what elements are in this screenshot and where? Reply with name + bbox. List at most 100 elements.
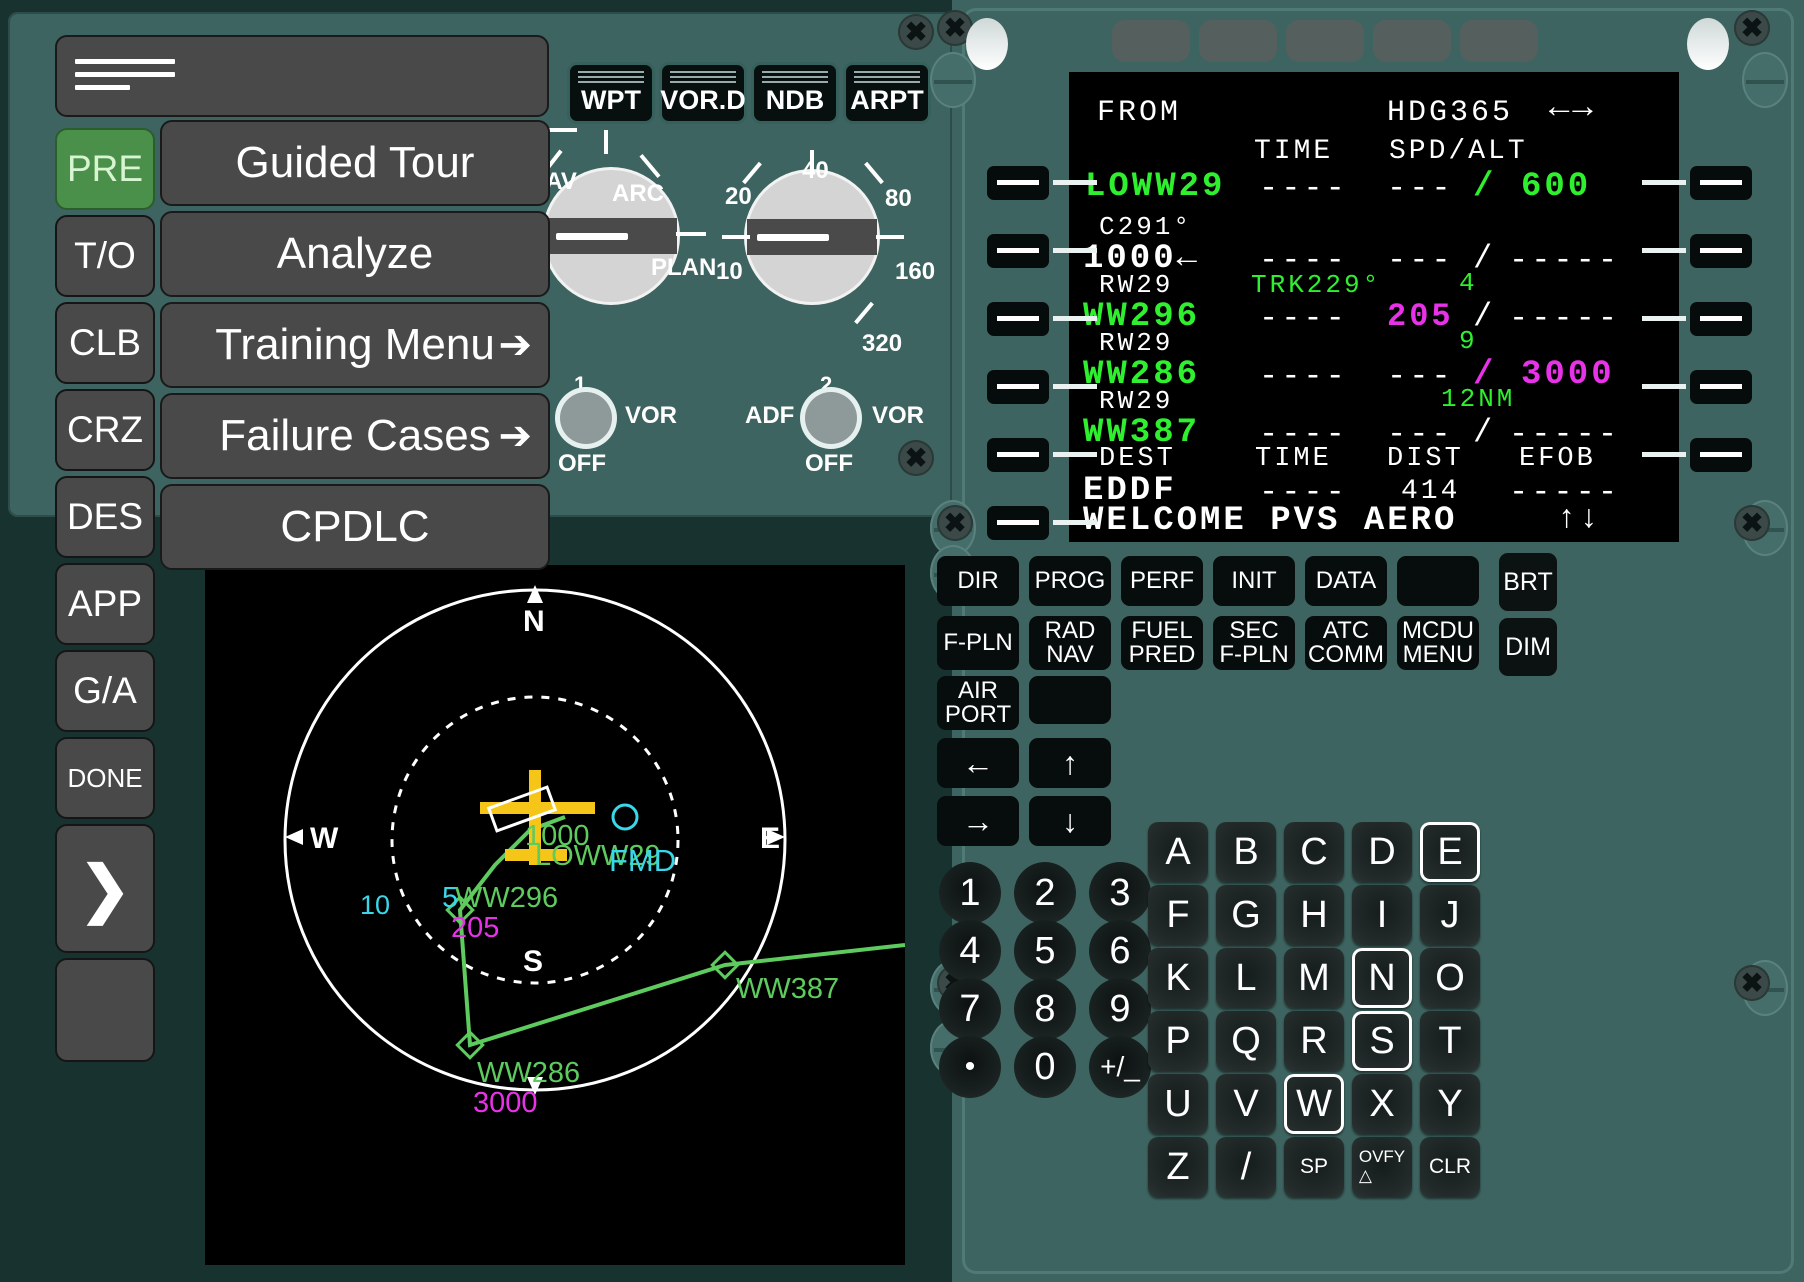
dim-button[interactable]: DIM xyxy=(1499,618,1557,676)
numkey-0[interactable]: 0 xyxy=(1014,1036,1076,1098)
efis-button-arpt[interactable]: ARPT xyxy=(846,65,928,121)
lsk-r3[interactable] xyxy=(1690,302,1752,336)
alphakey-a[interactable]: A xyxy=(1148,822,1208,882)
lsk-l4[interactable] xyxy=(987,370,1049,404)
alphakey-q[interactable]: Q xyxy=(1216,1011,1276,1071)
top-button-1[interactable] xyxy=(1112,20,1190,62)
vor2-knob[interactable] xyxy=(805,392,857,444)
alphakey-clr[interactable]: CLR xyxy=(1420,1137,1480,1197)
sidebar-blank-slot[interactable] xyxy=(55,958,155,1062)
alphakey-h[interactable]: H xyxy=(1284,885,1344,945)
fkey-dir[interactable]: DIR xyxy=(937,556,1019,606)
alphakey-c[interactable]: C xyxy=(1284,822,1344,882)
lsk-l5[interactable] xyxy=(987,438,1049,472)
sidebar-item-done[interactable]: DONE xyxy=(55,737,155,819)
alphakey-k[interactable]: K xyxy=(1148,948,1208,1008)
fkey-blank-1[interactable] xyxy=(1397,556,1479,606)
vor1-knob[interactable] xyxy=(560,392,612,444)
numkey-7[interactable]: 7 xyxy=(939,978,1001,1040)
sidebar-item-ga[interactable]: G/A xyxy=(55,650,155,732)
numkey-2[interactable]: 2 xyxy=(1014,862,1076,924)
numkey-1[interactable]: 1 xyxy=(939,862,1001,924)
fkey-airport[interactable]: AIR PORT xyxy=(937,676,1019,730)
lsk-r4[interactable] xyxy=(1690,370,1752,404)
fkey-mcdu-menu[interactable]: MCDU MENU xyxy=(1397,616,1479,670)
alphakey-y[interactable]: Y xyxy=(1420,1074,1480,1134)
top-button-4[interactable] xyxy=(1373,20,1451,62)
numkey-dot[interactable]: • xyxy=(939,1036,1001,1098)
fkey-fuelpred[interactable]: FUEL PRED xyxy=(1121,616,1203,670)
top-button-2[interactable] xyxy=(1199,20,1277,62)
alphakey-o[interactable]: O xyxy=(1420,948,1480,1008)
fkey-perf[interactable]: PERF xyxy=(1121,556,1203,606)
sidebar-item-app[interactable]: APP xyxy=(55,563,155,645)
sidebar-item-des[interactable]: DES xyxy=(55,476,155,558)
menu-item-guided-tour[interactable]: Guided Tour xyxy=(160,120,550,206)
lsk-l1[interactable] xyxy=(987,166,1049,200)
close-icon[interactable]: ✖ xyxy=(937,505,973,541)
numkey-plusminus[interactable]: +/_ xyxy=(1089,1036,1151,1098)
arrow-right-key[interactable]: → xyxy=(937,796,1019,846)
numkey-4[interactable]: 4 xyxy=(939,920,1001,982)
alphakey-u[interactable]: U xyxy=(1148,1074,1208,1134)
efis-button-vord[interactable]: VOR.D xyxy=(662,65,744,121)
fkey-blank-2[interactable] xyxy=(1029,676,1111,724)
numkey-8[interactable]: 8 xyxy=(1014,978,1076,1040)
menu-item-cpdlc[interactable]: CPDLC xyxy=(160,484,550,570)
numkey-5[interactable]: 5 xyxy=(1014,920,1076,982)
alphakey-space[interactable]: SP xyxy=(1284,1137,1344,1197)
arrow-left-key[interactable]: ← xyxy=(937,738,1019,788)
sidebar-item-clb[interactable]: CLB xyxy=(55,302,155,384)
alphakey-j[interactable]: J xyxy=(1420,885,1480,945)
lsk-r1[interactable] xyxy=(1690,166,1752,200)
close-icon[interactable]: ✖ xyxy=(1734,505,1770,541)
numkey-9[interactable]: 9 xyxy=(1089,978,1151,1040)
arrow-up-key[interactable]: ↑ xyxy=(1029,738,1111,788)
fkey-secfpln[interactable]: SEC F-PLN xyxy=(1213,616,1295,670)
lsk-l2[interactable] xyxy=(987,234,1049,268)
numkey-6[interactable]: 6 xyxy=(1089,920,1151,982)
lsk-l3[interactable] xyxy=(987,302,1049,336)
fkey-init[interactable]: INIT xyxy=(1213,556,1295,606)
alphakey-n[interactable]: N xyxy=(1352,948,1412,1008)
menu-item-failure-cases[interactable]: Failure Cases ➔ xyxy=(160,393,550,479)
fkey-radnav[interactable]: RAD NAV xyxy=(1029,616,1111,670)
alphakey-l[interactable]: L xyxy=(1216,948,1276,1008)
alphakey-t[interactable]: T xyxy=(1420,1011,1480,1071)
arrow-down-key[interactable]: ↓ xyxy=(1029,796,1111,846)
alphakey-overfly[interactable]: OVFY △ xyxy=(1352,1137,1412,1197)
top-button-3[interactable] xyxy=(1286,20,1364,62)
alphakey-x[interactable]: X xyxy=(1352,1074,1412,1134)
alphakey-slash[interactable]: / xyxy=(1216,1137,1276,1197)
alphakey-i[interactable]: I xyxy=(1352,885,1412,945)
lsk-r5[interactable] xyxy=(1690,438,1752,472)
fkey-atccomm[interactable]: ATC COMM xyxy=(1305,616,1387,670)
alphakey-w[interactable]: W xyxy=(1284,1074,1344,1134)
sidebar-item-to[interactable]: T/O xyxy=(55,215,155,297)
alphakey-b[interactable]: B xyxy=(1216,822,1276,882)
sidebar-expand-button[interactable]: ❯ xyxy=(55,824,155,953)
menu-toggle-button[interactable] xyxy=(55,35,549,117)
fkey-fpln[interactable]: F-PLN xyxy=(937,616,1019,670)
alphakey-v[interactable]: V xyxy=(1216,1074,1276,1134)
sidebar-item-pre[interactable]: PRE xyxy=(55,128,155,210)
alphakey-r[interactable]: R xyxy=(1284,1011,1344,1071)
efis-range-knob[interactable] xyxy=(747,172,877,302)
numkey-3[interactable]: 3 xyxy=(1089,862,1151,924)
menu-item-analyze[interactable]: Analyze xyxy=(160,211,550,297)
close-icon[interactable]: ✖ xyxy=(1734,10,1770,46)
menu-item-training-menu[interactable]: Training Menu ➔ xyxy=(160,302,550,388)
lsk-r2[interactable] xyxy=(1690,234,1752,268)
alphakey-d[interactable]: D xyxy=(1352,822,1412,882)
top-button-5[interactable] xyxy=(1460,20,1538,62)
efis-button-wpt[interactable]: WPT xyxy=(570,65,652,121)
fkey-prog[interactable]: PROG xyxy=(1029,556,1111,606)
alphakey-g[interactable]: G xyxy=(1216,885,1276,945)
close-icon[interactable]: ✖ xyxy=(898,440,934,476)
alphakey-s[interactable]: S xyxy=(1352,1011,1412,1071)
efis-button-ndb[interactable]: NDB xyxy=(754,65,836,121)
lsk-l6[interactable] xyxy=(987,506,1049,540)
brt-button[interactable]: BRT xyxy=(1499,553,1557,611)
alphakey-e[interactable]: E xyxy=(1420,822,1480,882)
alphakey-p[interactable]: P xyxy=(1148,1011,1208,1071)
